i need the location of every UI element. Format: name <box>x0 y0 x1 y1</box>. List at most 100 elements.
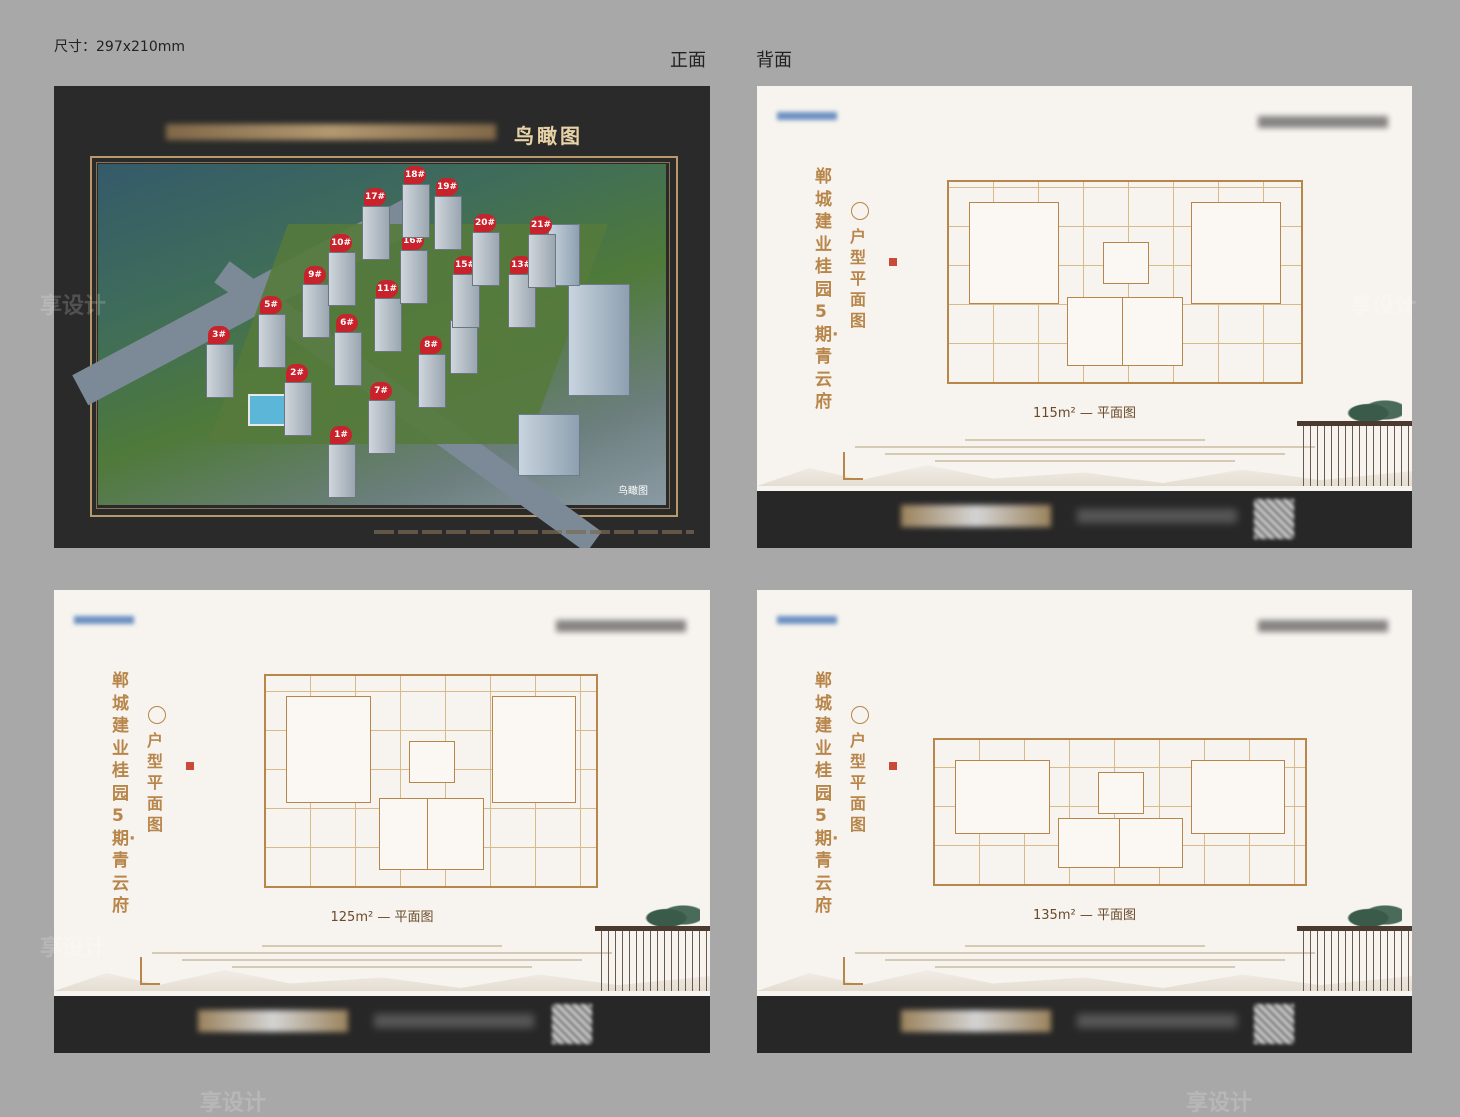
phone-number-blur <box>198 1010 348 1032</box>
residential-building <box>258 314 286 368</box>
floorplan-panel-135: 郸城建业桂园5期·青云府 户型平面图 135m² — 平面图 <box>757 590 1412 1053</box>
residential-building <box>402 184 430 238</box>
qr-code-icon <box>552 1004 592 1044</box>
contact-bar <box>757 996 1412 1053</box>
deer-icon <box>140 957 160 985</box>
contact-bar <box>54 996 710 1053</box>
phone-number-blur <box>901 505 1051 527</box>
building-number-pin: 9# <box>304 266 326 284</box>
residential-building <box>528 234 556 288</box>
aerial-title: 鸟瞰图 <box>514 124 583 148</box>
stair-core <box>1103 242 1149 284</box>
residential-building <box>206 344 234 398</box>
room <box>1057 818 1122 868</box>
building-number-pin: 20# <box>474 214 496 232</box>
blurred-project-name <box>166 124 496 140</box>
area-label: 115m² — 平面图 <box>1033 406 1136 421</box>
floorplan-panel-115: 郸城建业桂园5期·青云府 户型平面图 115m² — 平面图 <box>757 86 1412 548</box>
area-label: 125m² — 平面图 <box>330 910 434 925</box>
building-number-pin: 3# <box>208 326 230 344</box>
compass-icon <box>148 706 166 724</box>
footnote-blur <box>374 530 694 534</box>
floor-plan-drawing <box>933 738 1307 886</box>
pavilion-decoration <box>1297 926 1412 991</box>
deer-icon <box>843 452 863 480</box>
room <box>1118 818 1183 868</box>
aerial-view-panel: 鸟瞰图 1#2#3#5#6#7#8#9#10#11#12#13#15#16#17… <box>54 86 710 548</box>
floorplan-panel-125: 郸城建业桂园5期·青云府 户型平面图 125m² — 平面图 <box>54 590 710 1053</box>
building-number-pin: 1# <box>330 426 352 444</box>
qr-code-icon <box>1254 499 1294 539</box>
room <box>1190 760 1285 834</box>
residential-building <box>400 250 428 304</box>
building-number-pin: 17# <box>364 188 386 206</box>
residential-building <box>362 206 390 260</box>
logo-blur <box>777 112 837 120</box>
pavilion-decoration <box>595 926 710 991</box>
residential-building <box>334 332 362 386</box>
residential-building <box>418 354 446 408</box>
room <box>1122 297 1183 366</box>
back-label: 背面 <box>756 50 792 71</box>
pavilion-decoration <box>1297 421 1412 486</box>
tower-building <box>568 284 630 396</box>
project-title: 郸城建业桂园5期·青云府 <box>112 671 136 916</box>
building-number-pin: 11# <box>376 280 398 298</box>
aerial-photo: 1#2#3#5#6#7#8#9#10#11#12#13#15#16#17#18#… <box>72 164 666 548</box>
compass-icon <box>851 706 869 724</box>
room <box>426 798 484 870</box>
compass-icon <box>851 202 869 220</box>
area-label: 135m² — 平面图 <box>1033 908 1136 923</box>
building-number-pin: 5# <box>260 296 282 314</box>
red-seal-icon <box>186 762 194 770</box>
room <box>286 696 371 803</box>
stair-core <box>1098 772 1144 814</box>
building-number-pin: 7# <box>370 382 392 400</box>
residential-building <box>328 444 356 498</box>
building-number-pin: 21# <box>530 216 552 234</box>
address-blur <box>1077 1014 1237 1028</box>
plan-title: 户型平面图 <box>850 227 867 330</box>
plan-title: 户型平面图 <box>147 731 164 834</box>
brand-blur <box>1258 116 1388 128</box>
address-blur <box>1077 509 1237 523</box>
red-seal-icon <box>889 762 897 770</box>
red-seal-icon <box>889 258 897 266</box>
building-number-pin: 2# <box>286 364 308 382</box>
floor-plan-drawing <box>264 674 598 888</box>
phone-number-blur <box>901 1010 1051 1032</box>
front-label: 正面 <box>670 50 706 71</box>
residential-building <box>374 298 402 352</box>
residential-building <box>328 252 356 306</box>
building-number-pin: 18# <box>404 166 426 184</box>
stair-core <box>409 741 455 783</box>
brand-blur <box>1258 620 1388 632</box>
residential-building <box>302 284 330 338</box>
residential-building <box>472 232 500 286</box>
building-number-pin: 8# <box>420 336 442 354</box>
room <box>1191 202 1281 304</box>
plan-title: 户型平面图 <box>850 731 867 834</box>
residential-building <box>368 400 396 454</box>
brand-blur <box>556 620 686 632</box>
watermark: 享设计 <box>1186 1091 1253 1116</box>
qr-code-icon <box>1254 1004 1294 1044</box>
address-blur <box>374 1014 534 1028</box>
deer-icon <box>843 957 863 985</box>
project-title: 郸城建业桂园5期·青云府 <box>815 167 839 412</box>
building-number-pin: 6# <box>336 314 358 332</box>
size-note: 尺寸：297x210mm <box>54 39 186 55</box>
residential-building <box>284 382 312 436</box>
room <box>955 760 1050 834</box>
room <box>969 202 1059 304</box>
watermark: 享设计 <box>200 1091 267 1116</box>
residential-building <box>450 320 478 374</box>
photo-caption: 鸟瞰图 <box>618 486 648 497</box>
building-number-pin: 19# <box>436 178 458 196</box>
project-title: 郸城建业桂园5期·青云府 <box>815 671 839 916</box>
logo-blur <box>74 616 134 624</box>
contact-bar <box>757 491 1412 548</box>
logo-blur <box>777 616 837 624</box>
floor-plan-drawing <box>947 180 1303 384</box>
tower-building <box>518 414 580 476</box>
